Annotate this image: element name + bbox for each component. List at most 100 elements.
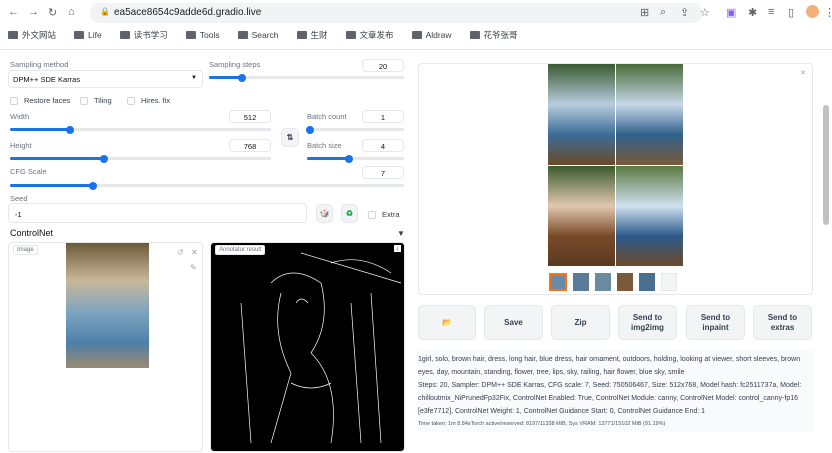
thumbnail[interactable] [617,273,633,291]
swap-dimensions-button[interactable]: ⇅ [281,128,299,147]
bookmark[interactable]: 读书学习 [134,29,168,41]
zip-button[interactable]: Zip [551,305,610,340]
translate-icon[interactable]: ⊞ [640,6,649,19]
generation-info: 1girl, solo, brown hair, dress, long hai… [418,350,813,432]
tiling-checkbox[interactable]: Tiling [80,96,112,106]
bookmark[interactable]: 生财 [311,29,328,41]
avatar[interactable] [806,5,819,18]
bookmark[interactable]: Search [252,30,279,40]
folder-icon [345,31,356,39]
brush-icon[interactable]: ✎ [190,263,197,272]
slider-handle[interactable] [66,125,75,134]
restore-faces-checkbox[interactable]: Restore faces [10,96,70,106]
sidebar-icon[interactable]: ▯ [788,6,794,19]
controlnet-header[interactable]: ControlNet [10,228,53,238]
extension-icon[interactable]: ▣ [726,6,736,19]
menu-icon[interactable]: ⋮ [824,6,832,19]
height-slider[interactable] [10,154,271,163]
recycle-icon: ♻ [345,208,354,218]
slider-handle[interactable] [344,154,353,163]
thumbnail[interactable] [595,273,611,291]
slider-fill [10,184,93,187]
folder-icon [411,31,422,39]
seed-input[interactable]: -1 [8,203,307,223]
batch-size-slider[interactable] [307,154,404,163]
checkbox[interactable] [127,97,135,106]
generated-image[interactable] [548,165,615,266]
checkbox[interactable] [10,97,18,106]
controlnet-image-input[interactable]: Image ↺ ✕ ✎ [8,242,203,452]
bookmark[interactable]: 文章发布 [360,29,394,41]
browser-chrome: ← → ↻ ⌂ 🔒 ea5ace8654c9adde6d.gradio.live … [0,0,832,50]
checkbox[interactable] [368,211,376,220]
send-to-extras-button[interactable]: Send to extras [753,305,812,340]
output-gallery: ✕ [418,63,813,295]
thumbnail[interactable] [573,273,589,291]
send-to-inpaint-button[interactable]: Send to inpaint [686,305,745,340]
extra-checkbox[interactable]: Extra [368,210,400,220]
slider-handle[interactable] [99,154,108,163]
close-icon[interactable]: ✕ [800,69,806,77]
checkbox-label: Hires. fix [141,96,171,105]
reuse-seed-button[interactable]: ♻ [341,204,358,223]
open-folder-button[interactable]: 📂 [418,305,476,340]
folder-icon [185,31,196,39]
random-seed-button[interactable]: 🎲 [316,204,333,223]
uploaded-image [66,243,149,368]
address-bar[interactable]: 🔒 ea5ace8654c9adde6d.gradio.live [90,3,702,23]
bookmark[interactable]: 外文网站 [22,29,56,41]
forward-icon[interactable]: → [28,6,39,18]
height-input[interactable]: 768 [229,139,271,152]
slider-handle[interactable] [88,181,97,190]
lock-icon: 🔒 [100,7,110,16]
slider-handle[interactable] [305,125,314,134]
bookmark[interactable]: Life [88,30,102,40]
generated-image[interactable] [616,64,683,165]
close-icon[interactable]: ✕ [191,248,198,257]
cfg-scale-slider[interactable] [10,181,404,190]
puzzle-icon[interactable]: ✱ [748,6,757,19]
star-icon[interactable]: ☆ [700,6,710,19]
hires-fix-checkbox[interactable]: Hires. fix [127,96,171,106]
bookmark[interactable]: Tools [200,30,220,40]
home-icon[interactable]: ⌂ [68,6,75,18]
batch-count-input[interactable]: 1 [362,110,404,123]
generated-image[interactable] [548,64,615,165]
sampling-steps-input[interactable]: 20 [362,59,404,72]
send-to-img2img-button[interactable]: Send to img2img [618,305,677,340]
reload-icon[interactable]: ↻ [48,6,57,19]
slider-handle[interactable] [238,73,247,82]
back-icon[interactable]: ← [8,6,19,18]
generated-image[interactable] [616,165,683,266]
share-icon[interactable]: ⇪ [680,6,689,19]
dice-icon: 🎲 [319,208,330,218]
thumbnail[interactable] [639,273,655,291]
thumbnail[interactable] [661,273,677,291]
parameters-text: Steps: 20, Sampler: DPM++ SDE Karras, CF… [418,382,802,415]
sampling-method-label: Sampling method [10,60,69,69]
thumbnail[interactable] [549,273,567,291]
swap-icon: ⇅ [286,132,294,142]
batch-count-label: Batch count [307,112,347,121]
sampling-steps-slider[interactable] [209,73,404,82]
width-input[interactable]: 512 [229,110,271,123]
download-icon[interactable]: ↓ [393,245,401,252]
checkbox-label: Extra [382,210,400,219]
checkbox[interactable] [80,97,88,106]
bookmark[interactable]: 花爷张哥 [484,29,518,41]
image-grid[interactable] [548,64,683,266]
undo-icon[interactable]: ↺ [177,248,184,257]
collapse-triangle-icon[interactable]: ▼ [397,229,405,238]
save-button[interactable]: Save [484,305,543,340]
cfg-scale-input[interactable]: 7 [362,166,404,179]
batch-count-slider[interactable] [305,125,404,134]
bookmark[interactable]: Aldraw [426,30,452,40]
zoom-icon[interactable]: ⌕ [660,6,666,19]
sampling-method-value: DPM++ SDE Karras [13,75,81,84]
reading-list-icon[interactable]: ≡ [768,6,774,18]
scrollbar[interactable] [823,105,829,225]
slider-fill [10,157,104,160]
width-slider[interactable] [10,125,271,134]
sampling-method-select[interactable]: DPM++ SDE Karras ▼ [8,70,203,88]
batch-size-input[interactable]: 4 [362,139,404,152]
